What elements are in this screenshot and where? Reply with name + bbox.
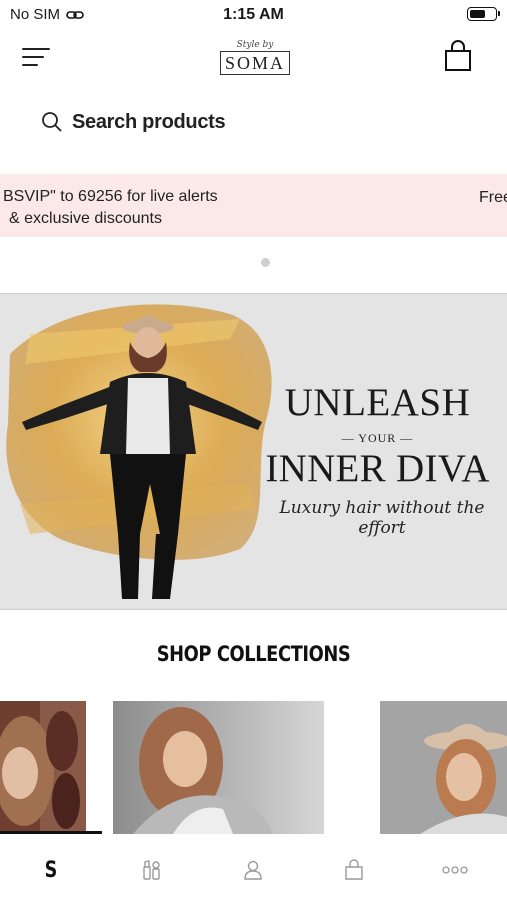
account-icon xyxy=(243,860,262,880)
promo-text: BSVIP" to 69256 for live alerts & exclus… xyxy=(3,186,218,230)
promo-banner[interactable]: BSVIP" to 69256 for live alerts & exclus… xyxy=(0,174,507,237)
tab-cart[interactable] xyxy=(303,837,404,900)
section-title: SHOP COLLECTIONS xyxy=(156,642,351,666)
hero-tagline: Luxury hair without the effort xyxy=(279,498,485,538)
status-bar: No SIM 1:15 AM xyxy=(0,0,507,30)
battery-icon xyxy=(467,7,500,21)
promo-next-peek: Free xyxy=(479,189,507,206)
collection-card[interactable] xyxy=(380,701,507,834)
collections-carousel[interactable] xyxy=(0,701,507,834)
collection-card[interactable] xyxy=(0,701,86,834)
menu-button[interactable] xyxy=(22,44,52,70)
status-time: 1:15 AM xyxy=(223,6,284,23)
menu-line xyxy=(22,56,44,58)
hero-banner[interactable]: UNLEASH — YOUR — INNER DIVA Luxury hair … xyxy=(0,293,507,610)
hero-title-small: — YOUR — xyxy=(341,431,414,445)
app-header: Style by SOMA xyxy=(0,30,507,90)
promo-line-2: & exclusive discounts xyxy=(9,210,162,227)
menu-line xyxy=(22,64,38,66)
hero-title-line-2: INNER DIVA xyxy=(265,447,490,490)
beauty-tools-icon xyxy=(142,860,160,880)
bag-icon xyxy=(344,859,363,880)
shopping-bag-icon xyxy=(445,40,471,71)
cart-button[interactable] xyxy=(443,40,473,72)
promo-line-1: BSVIP" to 69256 for live alerts xyxy=(3,188,218,205)
brand-logo[interactable]: Style by SOMA xyxy=(219,40,291,78)
home-logo-icon: S xyxy=(44,857,57,883)
search-icon xyxy=(32,100,72,144)
collection-image xyxy=(113,701,324,834)
collection-image xyxy=(380,701,507,834)
tab-products[interactable] xyxy=(101,837,202,900)
search-bar[interactable] xyxy=(20,100,487,144)
carousel-page-indicator xyxy=(261,258,270,267)
more-icon xyxy=(441,866,468,874)
hero-title-line-1: UNLEASH xyxy=(284,381,471,424)
menu-line xyxy=(22,48,50,50)
tab-more[interactable] xyxy=(404,837,505,900)
logo-script: Style by xyxy=(236,40,274,50)
logo-name: SOMA xyxy=(220,51,290,75)
search-input[interactable] xyxy=(72,110,372,134)
collection-image xyxy=(0,701,86,834)
tab-home[interactable]: S xyxy=(0,837,101,900)
bottom-tab-bar: S xyxy=(0,834,507,900)
collection-card[interactable] xyxy=(113,701,324,834)
tab-account[interactable] xyxy=(202,837,303,900)
